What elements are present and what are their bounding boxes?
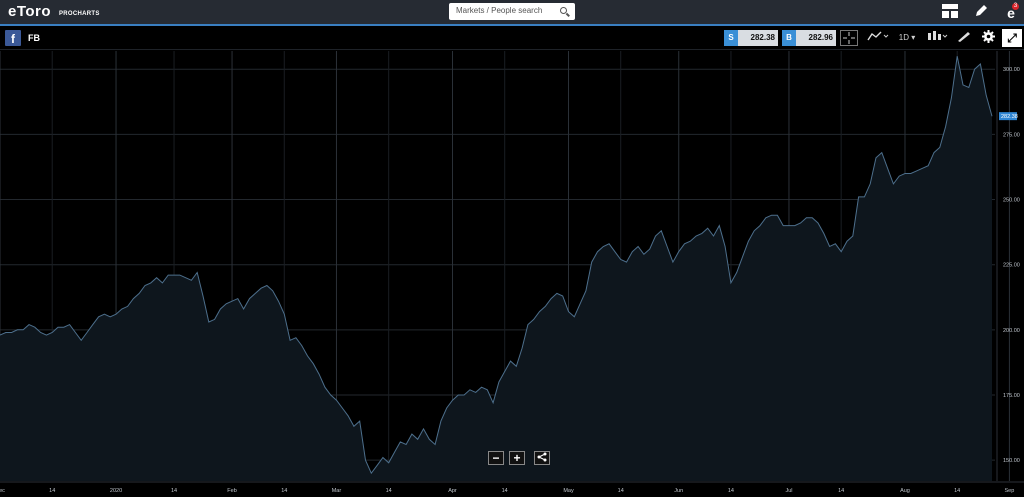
x-tick-label: Feb	[227, 488, 236, 494]
instrument-header: f FB S 282.38 B 282.96 1D ▾ ⤢	[0, 26, 1024, 50]
indicators-dropdown[interactable]	[866, 30, 890, 46]
search-input[interactable]: Markets / People search	[449, 3, 575, 20]
x-tick-label: 14	[49, 488, 55, 494]
candlestick-icon[interactable]	[925, 30, 949, 46]
share-button[interactable]	[534, 451, 550, 465]
zoom-in-button[interactable]: +	[509, 451, 525, 465]
y-tick-label: 300.00	[1003, 67, 1020, 73]
gear-icon[interactable]	[979, 30, 997, 46]
price-area-fill	[0, 56, 992, 481]
x-tick-label: 14	[386, 488, 392, 494]
x-tick-label: 14	[281, 488, 287, 494]
etoro-logo[interactable]: eToro	[8, 3, 51, 20]
drawing-tools-icon[interactable]	[955, 30, 973, 46]
x-tick-label: 14	[618, 488, 624, 494]
current-price-label: 282.38	[1001, 114, 1018, 120]
y-tick-label: 250.00	[1003, 198, 1020, 204]
x-tick-label: 14	[838, 488, 844, 494]
sell-price: 282.38	[738, 30, 778, 46]
y-tick-label: 275.00	[1003, 132, 1020, 138]
y-tick-label: 225.00	[1003, 263, 1020, 269]
fullscreen-expand-icon[interactable]: ⤢	[1002, 29, 1022, 47]
pencil-icon[interactable]	[972, 4, 990, 22]
current-price-marker: 282.38	[999, 112, 1018, 121]
y-tick-label: 150.00	[1003, 458, 1020, 464]
notification-badge: 3	[1012, 3, 1019, 10]
x-tick-label: Aug	[900, 488, 910, 494]
timeframe-label: 1D	[898, 33, 909, 42]
chevron-down-icon: ▾	[908, 33, 916, 42]
x-tick-label: Sep	[1005, 488, 1015, 494]
layout-icon[interactable]	[941, 4, 959, 22]
y-tick-label: 200.00	[1003, 328, 1020, 334]
y-tick-label: 175.00	[1003, 393, 1020, 399]
x-tick-label: 14	[171, 488, 177, 494]
x-tick-label: May	[563, 488, 574, 494]
x-tick-label: 14	[502, 488, 508, 494]
timeframe-dropdown[interactable]: 1D ▾	[896, 30, 918, 46]
procharts-label: PROCHARTS	[59, 11, 100, 17]
top-bar: eToro PROCHARTS Markets / People search …	[0, 0, 1024, 26]
x-tick-label: Apr	[448, 488, 457, 494]
sell-label: S	[724, 30, 738, 46]
x-tick-label: Dec	[0, 488, 5, 494]
y-axis: 300.00 275.00 250.00 225.00 200.00 175.00 150.…	[1003, 67, 1020, 464]
buy-label: B	[782, 30, 796, 46]
facebook-logo-icon: f	[5, 30, 21, 46]
x-tick-label: Mar	[332, 488, 342, 494]
x-tick-label: Jun	[674, 488, 683, 494]
x-axis: Dec 14 2020 14 Feb 14 Mar 14 Apr 14 May 14 Jun 14 Jul 1…	[0, 488, 1014, 494]
price-chart[interactable]: 300.00 275.00 250.00 225.00 200.00 175.00 150.…	[0, 51, 1024, 497]
crosshair-icon[interactable]	[840, 30, 858, 46]
zoom-out-button[interactable]: −	[488, 451, 504, 465]
search-icon[interactable]	[560, 7, 567, 14]
x-tick-label: 14	[728, 488, 734, 494]
search-placeholder: Markets / People search	[456, 6, 543, 15]
instrument-symbol: FB	[28, 33, 40, 43]
x-tick-label: 14	[954, 488, 960, 494]
share-icon	[537, 452, 547, 462]
x-tick-label: 2020	[110, 488, 122, 494]
x-tick-label: Jul	[785, 488, 792, 494]
buy-price: 282.96	[796, 30, 836, 46]
notifications-icon[interactable]: e 3	[1002, 3, 1020, 22]
